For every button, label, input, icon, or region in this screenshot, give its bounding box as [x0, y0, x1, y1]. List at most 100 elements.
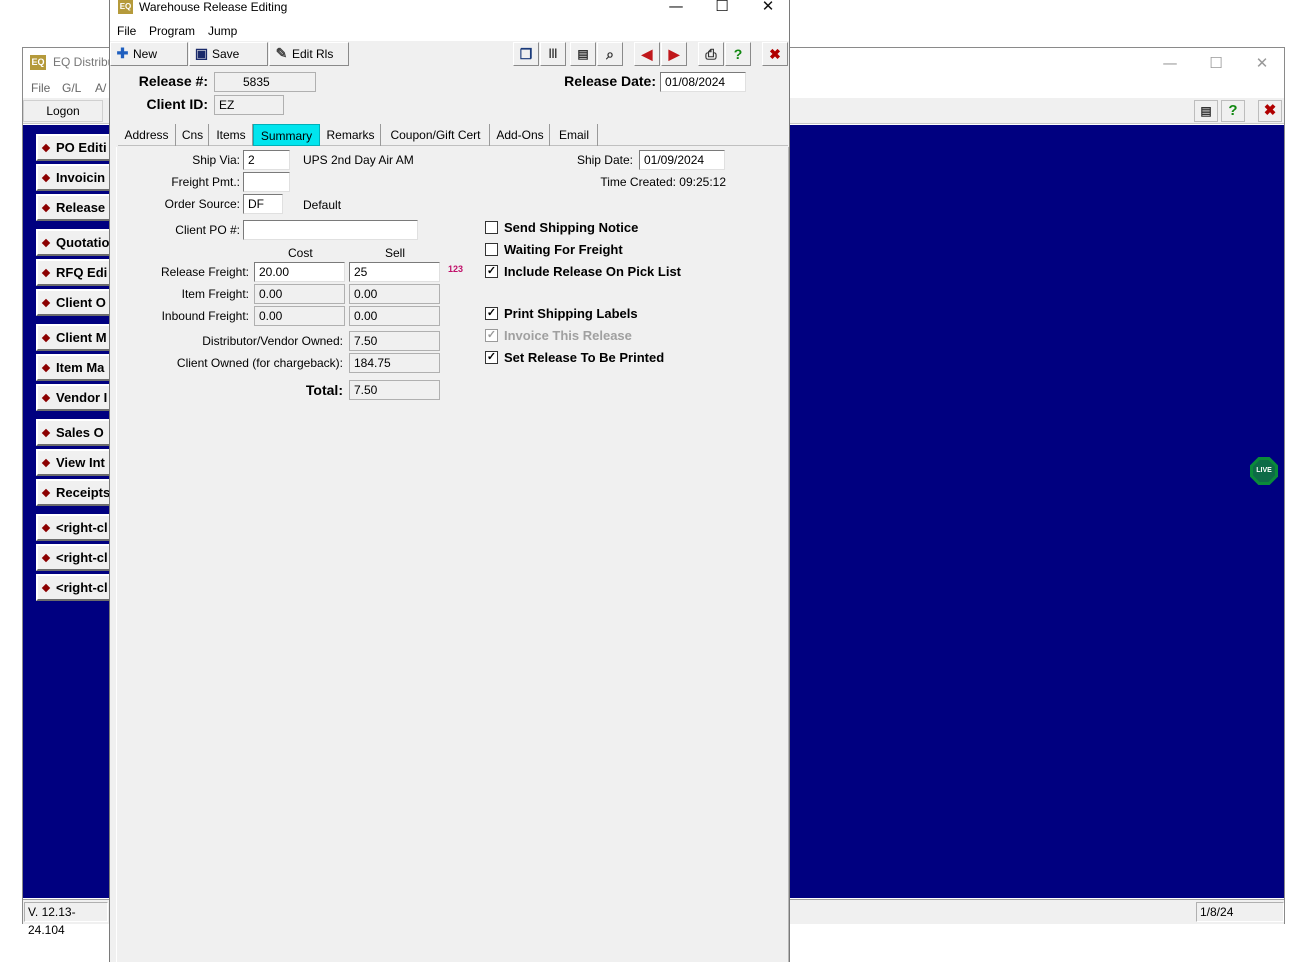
toolbar: ✚ New ▣ Save ✎ Edit Rls ❐ ||| ▤ ⌕ ◀ ▶ ⎙ …: [110, 41, 789, 67]
document-list-icon[interactable]: ▤: [570, 42, 596, 66]
tab-items[interactable]: Items: [210, 124, 253, 146]
side-button-view-inventory[interactable]: View Int: [36, 449, 112, 476]
side-button-label: Item Ma: [56, 360, 105, 375]
release-freight-sell-field[interactable]: 25: [349, 262, 440, 282]
edit-release-button-label: Edit Rls: [292, 47, 334, 61]
magnifier-icon[interactable]: ⌕: [597, 42, 623, 66]
tab-remarks[interactable]: Remarks: [321, 124, 381, 146]
exit-icon[interactable]: ✖: [762, 42, 788, 66]
copy-icon[interactable]: ❐: [513, 42, 539, 66]
window-title: Warehouse Release Editing: [139, 0, 288, 14]
checkmark-icon[interactable]: ✓: [485, 307, 498, 320]
tab-add-ons[interactable]: Add-Ons: [491, 124, 550, 146]
side-button-receipts[interactable]: Receipts: [36, 479, 112, 506]
close-icon[interactable]: ✕: [748, 0, 788, 17]
checkbox-box[interactable]: [485, 221, 498, 234]
side-button-vendor[interactable]: Vendor I: [36, 384, 112, 411]
tab-cns[interactable]: Cns: [177, 124, 209, 146]
help-icon[interactable]: ?: [725, 42, 751, 66]
checkbox-label: Include Release On Pick List: [504, 264, 682, 279]
pencil-icon: ✎: [275, 45, 288, 61]
menu-file[interactable]: File: [117, 24, 136, 38]
diamond-icon: [41, 333, 51, 343]
side-button-client-maint[interactable]: Client M: [36, 324, 112, 351]
release-date-label: Release Date:: [564, 73, 656, 89]
side-button-quotation[interactable]: Quotatio: [36, 229, 112, 256]
release-freight-label: Release Freight:: [160, 265, 249, 279]
side-button-label: <right-cl: [56, 580, 108, 595]
barcode-track-icon[interactable]: |||: [540, 42, 566, 66]
side-button-label: <right-cl: [56, 520, 108, 535]
total-field: 7.50: [349, 380, 440, 400]
inbound-freight-sell-field: 0.00: [349, 306, 440, 326]
checkmark-icon[interactable]: ✓: [485, 265, 498, 278]
client-id-field: EZ: [214, 95, 284, 115]
client-owned-field: 184.75: [349, 353, 440, 373]
previous-arrow-icon[interactable]: ◀: [634, 42, 660, 66]
ship-via-field[interactable]: 2: [243, 150, 290, 170]
maximize-icon[interactable]: ☐: [1201, 52, 1231, 74]
next-arrow-icon[interactable]: ▶: [661, 42, 687, 66]
warehouse-release-editing-window: EQ Warehouse Release Editing — ☐ ✕ File …: [109, 0, 790, 962]
time-created: Time Created: 09:25:12: [600, 175, 726, 189]
side-button-label: Receipts: [56, 485, 111, 500]
printer-icon[interactable]: ⎙: [698, 42, 724, 66]
ship-via-label: Ship Via:: [192, 153, 240, 167]
exit-icon[interactable]: ✖: [1258, 100, 1282, 122]
logon-button[interactable]: Logon: [23, 100, 103, 122]
minimize-icon[interactable]: —: [656, 0, 696, 17]
item-freight-cost-field: 0.00: [254, 284, 345, 304]
side-button-label: RFQ Edi: [56, 265, 108, 280]
live-badge-text: LIVE: [1253, 460, 1275, 482]
freight-pmt-label: Freight Pmt.:: [171, 175, 240, 189]
checkmark-icon[interactable]: ✓: [485, 351, 498, 364]
client-id-label: Client ID:: [146, 96, 208, 112]
tab-email[interactable]: Email: [551, 124, 598, 146]
close-icon[interactable]: ✕: [1247, 52, 1277, 74]
side-button-invoicing[interactable]: Invoicin: [36, 164, 112, 191]
side-button-sales-orders[interactable]: Sales O: [36, 419, 112, 446]
minimize-icon[interactable]: —: [1155, 52, 1185, 74]
menu-gl[interactable]: G/L: [62, 81, 81, 95]
diamond-icon: [41, 458, 51, 468]
order-source-field[interactable]: DF: [243, 194, 283, 214]
ship-date-field[interactable]: 01/09/2024: [639, 150, 725, 170]
diamond-icon: [41, 363, 51, 373]
side-button-right-click-2[interactable]: <right-cl: [36, 544, 112, 571]
side-button-right-click-1[interactable]: <right-cl: [36, 514, 112, 541]
save-button[interactable]: ▣ Save: [189, 42, 268, 66]
calculator-icon[interactable]: 123: [448, 264, 463, 274]
client-owned-label: Client Owned (for chargeback):: [176, 356, 343, 370]
menu-ar[interactable]: A/: [95, 81, 106, 95]
release-freight-cost-field[interactable]: 20.00: [254, 262, 345, 282]
side-button-client-orders[interactable]: Client O: [36, 289, 112, 316]
side-button-label: Quotatio: [56, 235, 110, 250]
tab-summary[interactable]: Summary: [253, 124, 320, 146]
maximize-icon[interactable]: ☐: [702, 0, 742, 17]
checkbox-box[interactable]: [485, 243, 498, 256]
client-po-label: Client PO #:: [175, 223, 240, 237]
release-date-field[interactable]: 01/08/2024: [660, 72, 746, 92]
side-button-po-editing[interactable]: PO Editi: [36, 134, 112, 161]
checkbox-label: Set Release To Be Printed: [504, 350, 665, 365]
freight-pmt-field[interactable]: [243, 172, 290, 192]
diamond-icon: [41, 143, 51, 153]
side-button-right-click-3[interactable]: <right-cl: [36, 574, 112, 601]
tab-coupon-gift-cert[interactable]: Coupon/Gift Cert: [382, 124, 490, 146]
side-button-release[interactable]: Release: [36, 194, 112, 221]
diamond-icon: [41, 268, 51, 278]
help-icon[interactable]: ?: [1221, 100, 1245, 122]
side-button-label: Client O: [56, 295, 106, 310]
item-freight-sell-field: 0.00: [349, 284, 440, 304]
tab-address[interactable]: Address: [118, 124, 176, 146]
client-po-field[interactable]: [243, 220, 418, 240]
side-button-rfq-editing[interactable]: RFQ Edi: [36, 259, 112, 286]
menu-program[interactable]: Program: [149, 24, 195, 38]
status-version: V. 12.13-24.104: [24, 902, 108, 937]
new-button[interactable]: ✚ New: [110, 42, 188, 66]
side-button-item-maint[interactable]: Item Ma: [36, 354, 112, 381]
notes-icon[interactable]: ▤: [1194, 100, 1218, 122]
menu-file[interactable]: File: [31, 81, 50, 95]
menu-jump[interactable]: Jump: [208, 24, 237, 38]
edit-release-button[interactable]: ✎ Edit Rls: [269, 42, 349, 66]
